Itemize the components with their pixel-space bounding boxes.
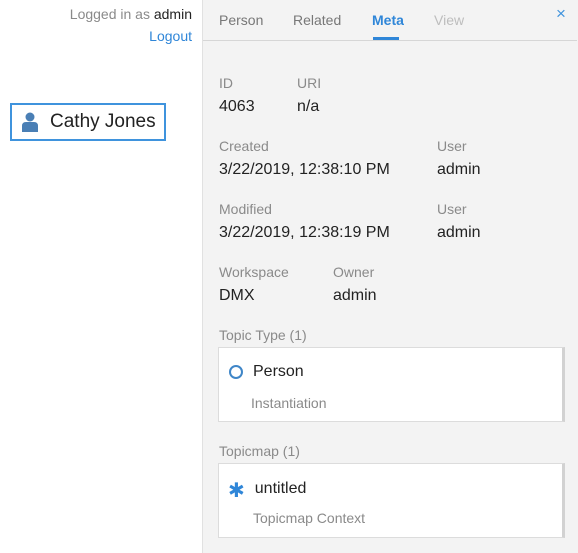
modified-label: Modified [219,201,272,217]
topic-node-label: Cathy Jones [50,111,156,132]
modified-value: 3/22/2019, 12:38:19 PM [219,224,390,241]
topic-type-card[interactable]: Person Instantiation [218,347,565,422]
created-user-value: admin [437,161,481,178]
tab-related[interactable]: Related [293,12,341,28]
id-label: ID [219,75,233,91]
uri-label: URI [297,75,322,91]
circle-icon [229,365,243,379]
created-label: Created [219,138,269,154]
owner-value: admin [333,287,377,304]
detail-tabs: Person Related Meta View × [203,0,577,41]
login-prefix: Logged in as [69,6,150,22]
person-icon [22,112,38,132]
topic-node-cathy-jones[interactable]: Cathy Jones [10,103,166,141]
workspace-label: Workspace [219,264,289,280]
modified-user-value: admin [437,224,481,241]
created-value: 3/22/2019, 12:38:10 PM [219,161,390,178]
detail-panel: Person Related Meta View × ID URI 4063 n… [202,0,578,553]
topic-type-item-label: Person [253,363,304,380]
login-status: Logged in as admin [70,6,192,22]
topicmap-card[interactable]: ✱ untitled Topicmap Context [218,463,565,538]
close-icon[interactable]: × [556,4,566,24]
id-value: 4063 [219,98,255,115]
topicmap-assoc-label: Topicmap Context [253,510,366,526]
created-user-label: User [437,138,467,154]
topic-type-assoc-label: Instantiation [251,395,327,411]
workspace-value: DMX [219,287,255,304]
logout-link[interactable]: Logout [149,28,192,44]
owner-label: Owner [333,264,375,280]
topicmap-item-label: untitled [254,480,307,497]
tab-meta[interactable]: Meta [372,12,404,28]
tab-view: View [434,12,465,28]
active-tab-indicator [373,37,399,40]
login-username: admin [153,6,192,22]
topicmap-item[interactable]: ✱ untitled [228,479,307,502]
uri-value: n/a [297,98,320,115]
tab-person[interactable]: Person [219,12,263,28]
app-root: Logged in as admin Logout Cathy Jones Pe… [0,0,578,553]
asterisk-icon: ✱ [228,480,245,502]
topic-type-section-title: Topic Type (1) [219,327,307,343]
topicmap-section-title: Topicmap (1) [219,443,300,459]
topic-type-item[interactable]: Person [228,363,304,381]
modified-user-label: User [437,201,467,217]
